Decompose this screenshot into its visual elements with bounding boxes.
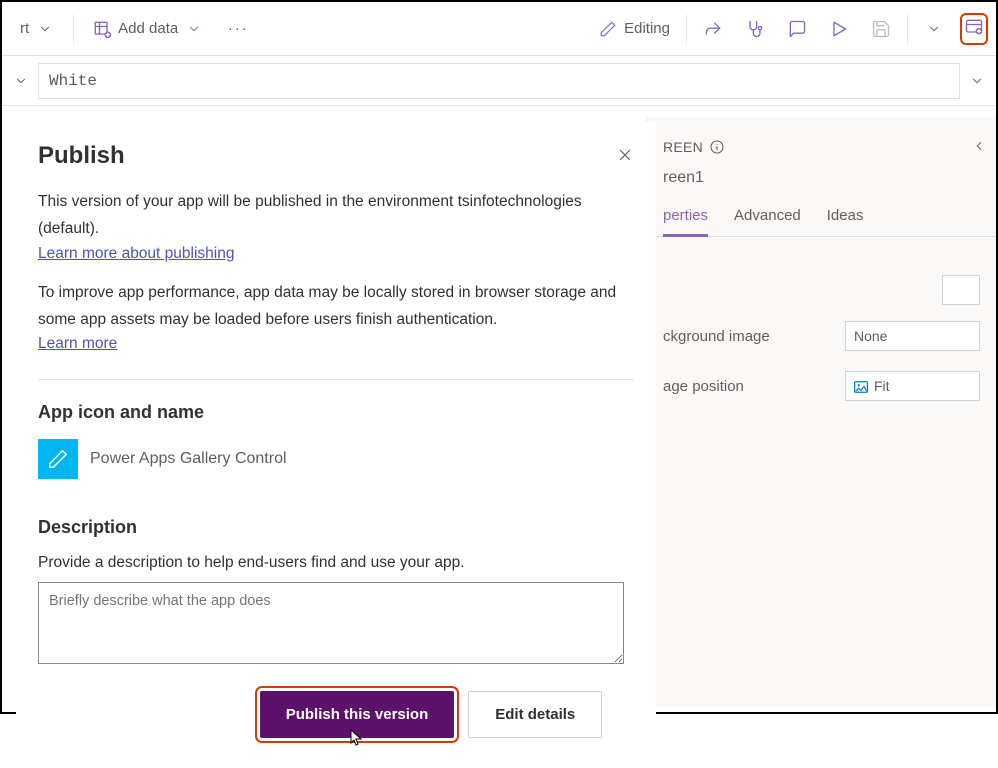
- screen-header-label: REEN: [663, 139, 703, 155]
- share-icon: [703, 19, 723, 39]
- modal-body-line1a: This version of your app will be publish…: [38, 190, 634, 213]
- stethoscope-icon: [745, 19, 765, 39]
- preview-button[interactable]: [819, 13, 859, 45]
- publish-button[interactable]: [960, 13, 988, 45]
- chevron-down-icon: [924, 19, 944, 39]
- comment-icon: [787, 19, 807, 39]
- ellipsis-icon: ···: [228, 19, 248, 39]
- description-heading: Description: [38, 517, 634, 538]
- fill-input[interactable]: [942, 275, 980, 305]
- tab-properties[interactable]: perties: [663, 207, 708, 237]
- modal-body-line2a: To improve app performance, app data may…: [38, 281, 634, 304]
- formula-input[interactable]: [38, 63, 960, 99]
- editing-label: Editing: [624, 20, 670, 37]
- add-data-label: Add data: [118, 20, 178, 37]
- app-checker-button[interactable]: [735, 13, 775, 45]
- save-options-chevron[interactable]: [914, 13, 954, 45]
- app-icon: [38, 439, 78, 479]
- data-plus-icon: [92, 19, 112, 39]
- comments-button[interactable]: [777, 13, 817, 45]
- learn-publishing-link[interactable]: Learn more about publishing: [38, 245, 234, 262]
- property-selector-chevron[interactable]: [12, 72, 30, 90]
- play-icon: [829, 19, 849, 39]
- image-pos-dropdown[interactable]: Fit: [845, 371, 980, 401]
- screen-name: reen1: [647, 161, 996, 195]
- description-textarea[interactable]: [38, 582, 624, 664]
- bg-image-value: None: [854, 328, 887, 344]
- close-icon[interactable]: [616, 146, 634, 169]
- image-pos-label: age position: [663, 378, 845, 395]
- add-data-button[interactable]: Add data: [82, 13, 214, 45]
- cursor-icon: [349, 728, 365, 752]
- more-menu[interactable]: ···: [218, 13, 258, 45]
- insert-dropdown[interactable]: rt: [10, 13, 65, 45]
- pencil-icon: [598, 19, 618, 39]
- save-button[interactable]: [861, 13, 901, 45]
- publish-version-button[interactable]: Publish this version: [260, 691, 455, 738]
- info-icon[interactable]: [709, 139, 725, 155]
- modal-body-line1b: (default).: [38, 217, 634, 240]
- separator: [686, 15, 687, 43]
- learn-more-link[interactable]: Learn more: [38, 335, 117, 352]
- publish-icon: [964, 17, 984, 37]
- divider: [38, 379, 634, 380]
- expand-formula-chevron[interactable]: [968, 72, 986, 90]
- separator: [907, 15, 908, 43]
- properties-panel: REEN reen1 perties Advanced Ideas ckgrou…: [646, 117, 996, 707]
- publish-modal: Publish This version of your app will be…: [16, 122, 656, 768]
- edit-details-button[interactable]: Edit details: [468, 691, 602, 738]
- publish-version-label: Publish this version: [286, 706, 429, 723]
- modal-title: Publish: [38, 142, 634, 170]
- top-toolbar: rt Add data ··· Editing: [2, 2, 996, 56]
- share-button[interactable]: [693, 13, 733, 45]
- tab-ideas[interactable]: Ideas: [827, 207, 864, 236]
- close-panel-icon[interactable]: [972, 137, 986, 158]
- modal-body-line2b: some app assets may be loaded before use…: [38, 308, 634, 331]
- bg-image-dropdown[interactable]: None: [845, 321, 980, 351]
- editing-mode[interactable]: Editing: [588, 13, 680, 45]
- insert-label: rt: [20, 20, 29, 37]
- description-helper: Provide a description to help end-users …: [38, 554, 634, 572]
- separator: [73, 15, 74, 43]
- chevron-down-icon: [35, 19, 55, 39]
- formula-bar: [2, 56, 996, 106]
- app-name: Power Apps Gallery Control: [90, 450, 287, 468]
- image-pos-value: Fit: [874, 378, 890, 394]
- chevron-down-icon: [184, 19, 204, 39]
- bg-image-label: ckground image: [663, 328, 845, 345]
- save-icon: [871, 19, 891, 39]
- tab-advanced[interactable]: Advanced: [734, 207, 801, 236]
- image-icon: [854, 380, 868, 392]
- app-icon-heading: App icon and name: [38, 402, 634, 423]
